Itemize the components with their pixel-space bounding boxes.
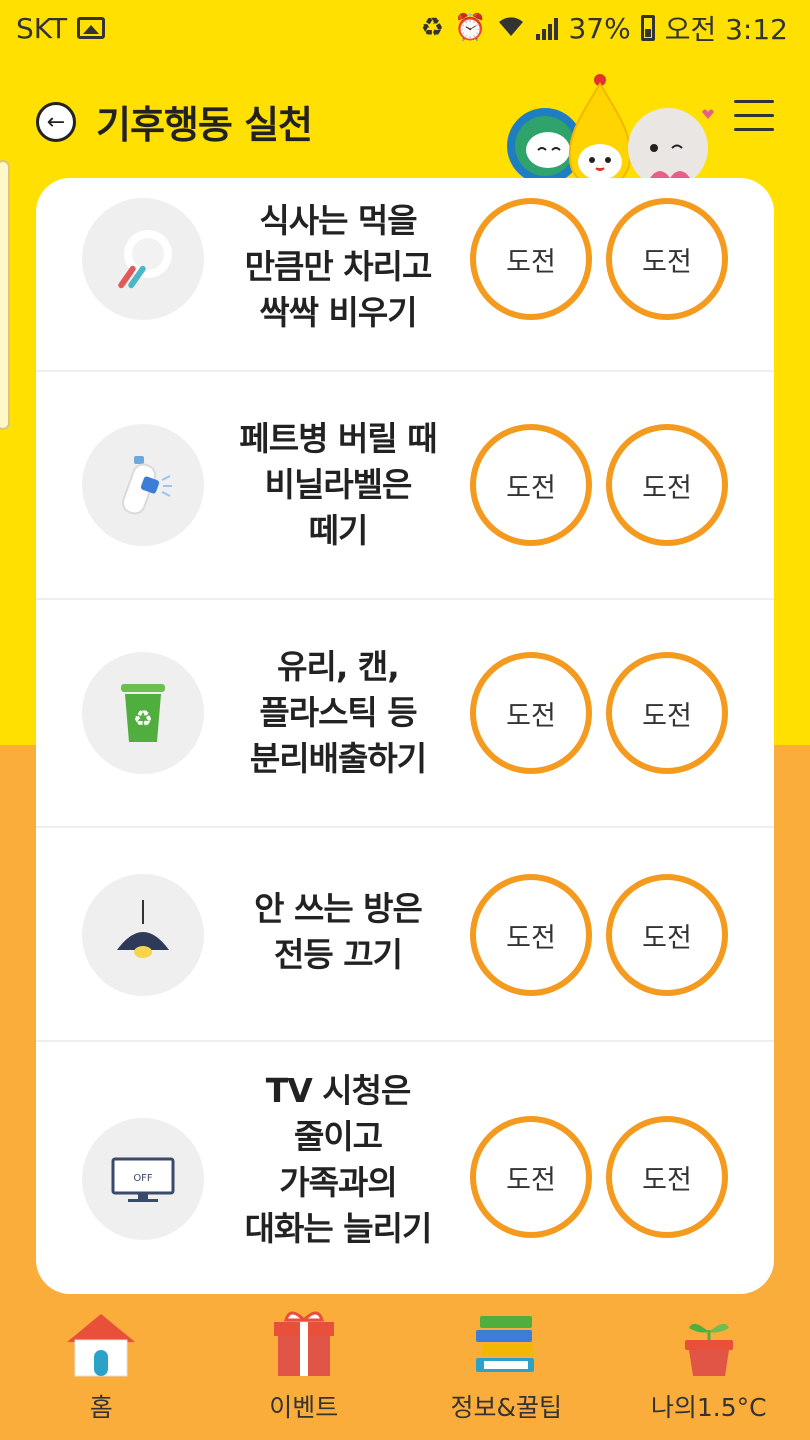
- action-list-card: 식사는 먹을 만큼만 차리고 싹싹 비우기 도전 도전 페트병 버릴 때 비닐라…: [36, 178, 774, 1294]
- nav-home[interactable]: 홈: [0, 1300, 203, 1440]
- nav-info-tips-label: 정보&꿀팁: [450, 1393, 563, 1422]
- page-title: 기후행동 실천: [96, 103, 313, 147]
- status-bar: SKT ♻ ⏰ 37% 오전 3:12: [0, 0, 810, 56]
- nav-home-label: 홈: [89, 1393, 113, 1422]
- svg-text:OFF: OFF: [133, 1173, 153, 1184]
- mascot-characters: [507, 74, 714, 186]
- arrow-left-icon: ←: [46, 109, 66, 135]
- bottom-navigation: 홈 이벤트 정보&꿀팁 나의1.5°C: [0, 1300, 810, 1440]
- app-header: ← 기후행동 실천: [0, 60, 810, 186]
- books-icon: [476, 1316, 535, 1372]
- challenge-button[interactable]: 도전: [470, 874, 592, 996]
- carrier-label: SKT: [16, 11, 68, 45]
- home-icon: [67, 1314, 136, 1377]
- battery-icon: [640, 15, 655, 41]
- alarm-icon: ⏰: [454, 13, 487, 43]
- lamp-icon: [82, 874, 204, 996]
- action-text: 유리, 캔, 플라스틱 등 분리배출하기: [249, 647, 427, 778]
- plate-icon: [82, 198, 204, 320]
- action-text: TV 시청은 줄이고 가족과의 대화는 늘리기: [244, 1071, 433, 1248]
- nav-info-tips[interactable]: 정보&꿀팁: [405, 1300, 608, 1440]
- image-notification-icon: [77, 17, 106, 39]
- action-row: 식사는 먹을 만큼만 차리고 싹싹 비우기 도전 도전: [36, 178, 774, 372]
- challenge-button[interactable]: 도전: [470, 652, 592, 774]
- challenge-button[interactable]: 도전: [606, 874, 728, 996]
- menu-button[interactable]: [734, 100, 774, 132]
- clock: 오전 3:12: [664, 13, 788, 46]
- edge-panel-handle[interactable]: [0, 160, 10, 430]
- challenge-button[interactable]: 도전: [470, 1116, 592, 1238]
- action-text: 페트병 버릴 때 비닐라벨은 떼기: [239, 419, 437, 550]
- battery-percent: 37%: [568, 11, 631, 45]
- nav-my-1-5c-label: 나의1.5°C: [650, 1393, 767, 1422]
- challenge-button[interactable]: 도전: [470, 198, 592, 320]
- wifi-icon: [496, 14, 526, 43]
- action-text: 안 쓰는 방은 전등 끄기: [254, 889, 423, 974]
- recycle-notification-icon: ♻: [420, 13, 445, 43]
- action-row: ♻ 유리, 캔, 플라스틱 등 분리배출하기 도전 도전: [36, 600, 774, 828]
- tv-off-icon: OFF: [82, 1118, 204, 1240]
- action-row: 페트병 버릴 때 비닐라벨은 떼기 도전 도전: [36, 372, 774, 600]
- challenge-button[interactable]: 도전: [606, 424, 728, 546]
- signal-icon: [536, 16, 559, 40]
- challenge-button[interactable]: 도전: [470, 424, 592, 546]
- challenge-button[interactable]: 도전: [606, 198, 728, 320]
- nav-event-label: 이벤트: [269, 1393, 339, 1422]
- gift-icon: [273, 1311, 334, 1376]
- challenge-button[interactable]: 도전: [606, 1116, 728, 1238]
- challenge-button[interactable]: 도전: [606, 652, 728, 774]
- action-row: 안 쓰는 방은 전등 끄기 도전 도전: [36, 828, 774, 1042]
- nav-my-1-5c[interactable]: 나의1.5°C: [608, 1300, 810, 1440]
- back-button[interactable]: ←: [36, 102, 76, 142]
- action-text: 식사는 먹을 만큼만 차리고 싹싹 비우기: [244, 201, 433, 332]
- pet-bottle-icon: [82, 424, 204, 546]
- svg-text:♻: ♻: [133, 707, 153, 732]
- action-row: OFF TV 시청은 줄이고 가족과의 대화는 늘리기 도전 도전: [36, 1042, 774, 1294]
- recycle-bin-icon: ♻: [82, 652, 204, 774]
- nav-event[interactable]: 이벤트: [203, 1300, 406, 1440]
- sprout-pot-icon: [684, 1323, 733, 1376]
